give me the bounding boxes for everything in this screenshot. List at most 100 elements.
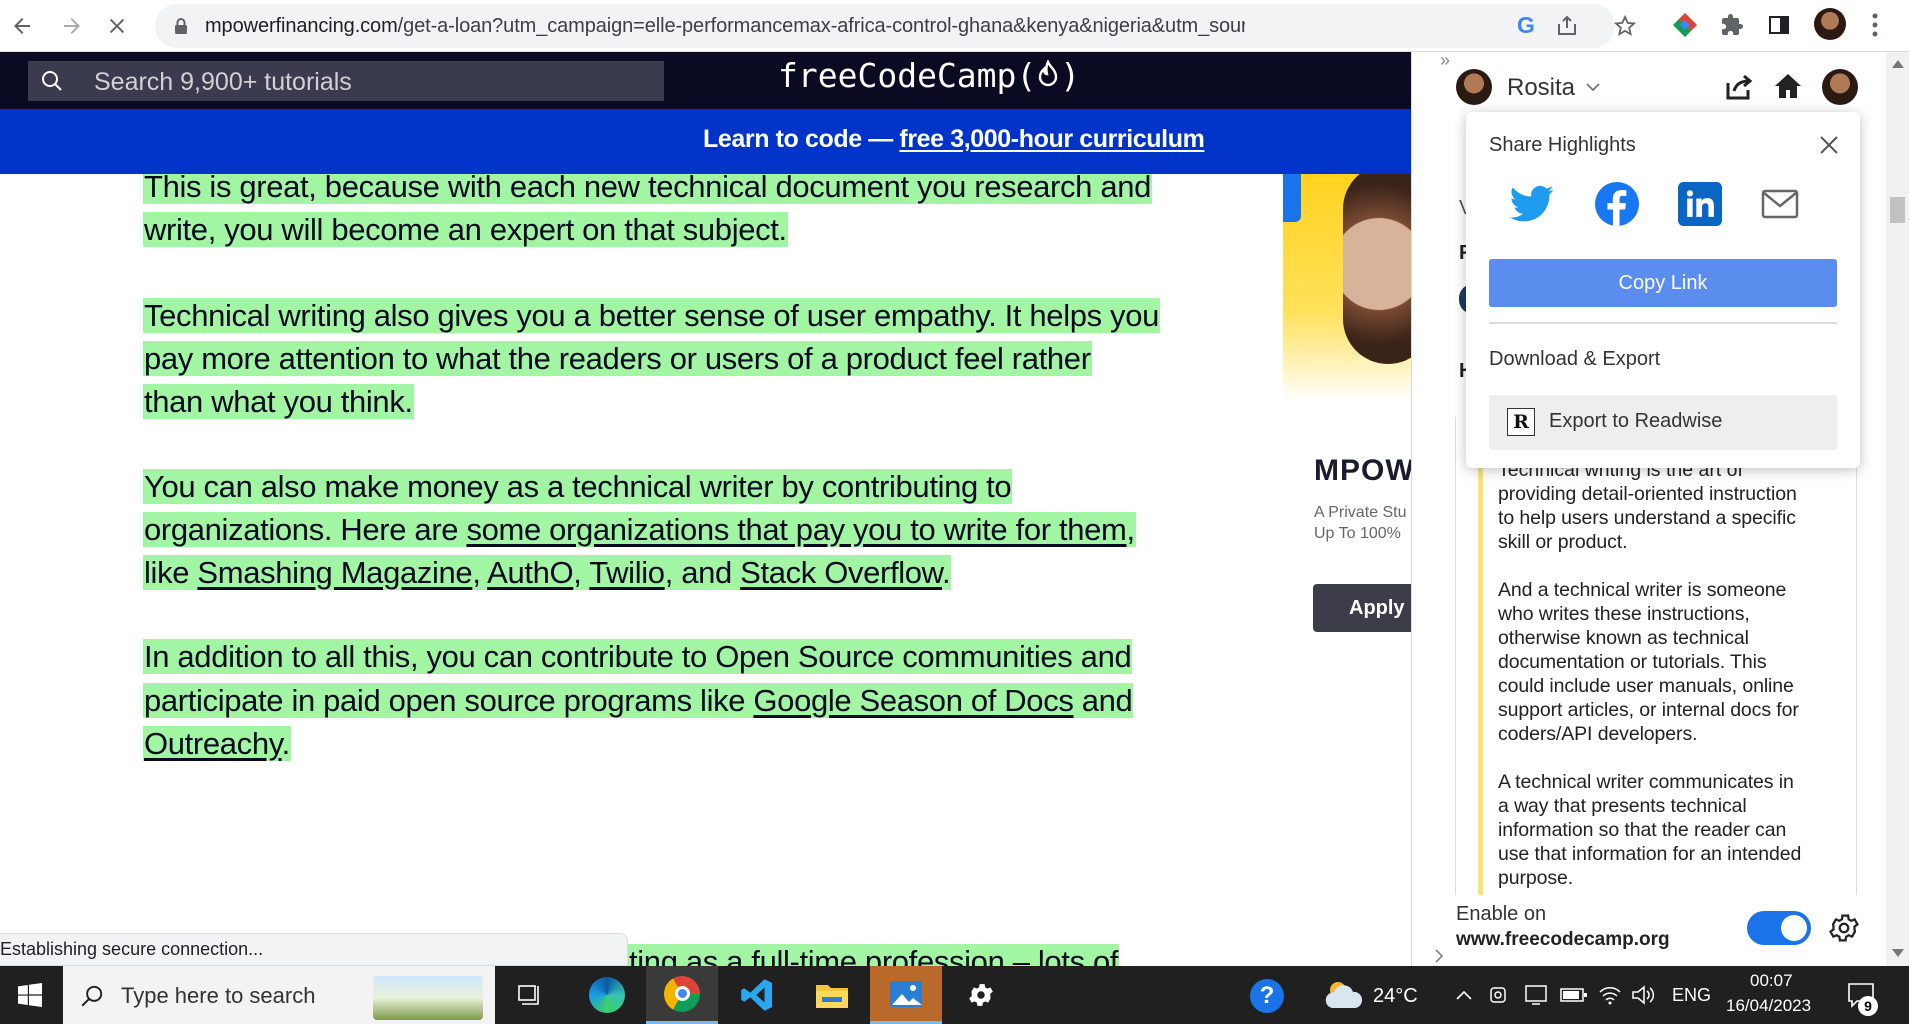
panel-scrollbar[interactable] bbox=[1886, 52, 1909, 966]
meet-now-icon[interactable] bbox=[1488, 984, 1508, 1006]
google-season-of-docs-link[interactable]: Google Season of Docs bbox=[753, 683, 1073, 718]
settings-taskbar-button[interactable] bbox=[945, 966, 1017, 1024]
more-menu-icon[interactable] bbox=[1870, 12, 1880, 38]
chevron-down-icon[interactable] bbox=[1586, 82, 1600, 92]
email-icon[interactable] bbox=[1761, 188, 1799, 220]
article-text: , and bbox=[664, 555, 741, 590]
article-text: than what you think. bbox=[143, 384, 414, 419]
language-indicator[interactable]: ENG bbox=[1672, 985, 1711, 1006]
chevron-up-icon[interactable] bbox=[1456, 990, 1472, 1000]
twilio-link[interactable]: Twilio bbox=[589, 555, 665, 590]
share-icon[interactable] bbox=[1555, 14, 1579, 38]
clock-date[interactable]: 16/04/2023 bbox=[1726, 996, 1811, 1016]
stop-loading-button[interactable] bbox=[97, 6, 137, 46]
share-title: Share Highlights bbox=[1489, 134, 1636, 156]
highlight-line: information so that the reader can bbox=[1498, 819, 1787, 841]
highlight-line: support articles, or internal docs for bbox=[1498, 699, 1799, 721]
toggle-knob bbox=[1781, 915, 1807, 941]
highlight-line: A technical writer communicates in bbox=[1498, 771, 1794, 793]
task-view-icon bbox=[518, 985, 539, 1005]
scroll-down-icon[interactable] bbox=[1892, 949, 1904, 957]
extension-colorful-icon[interactable] bbox=[1671, 11, 1699, 39]
side-panel-icon[interactable] bbox=[1767, 13, 1791, 37]
ad-line: A Private Stu bbox=[1314, 504, 1407, 521]
fcc-search-input[interactable]: Search 9,900+ tutorials bbox=[28, 61, 664, 101]
article-text: . bbox=[281, 726, 291, 761]
share-export-icon[interactable] bbox=[1723, 71, 1755, 103]
ad-apply-button[interactable]: Apply bbox=[1313, 584, 1411, 632]
battery-icon[interactable] bbox=[1560, 987, 1588, 1003]
vscode-icon bbox=[741, 979, 772, 1011]
site-info-icon bbox=[175, 18, 187, 34]
back-button[interactable] bbox=[2, 6, 42, 46]
weather-cloud-icon[interactable] bbox=[1322, 978, 1364, 1012]
copy-link-button[interactable]: Copy Link bbox=[1489, 259, 1837, 307]
article-text: write, you will become an expert on that… bbox=[143, 212, 788, 247]
article-text: You can also make money as a technical w… bbox=[143, 469, 1013, 504]
scroll-up-icon[interactable] bbox=[1892, 60, 1904, 68]
display-icon[interactable] bbox=[1524, 984, 1548, 1006]
smashing-magazine-link[interactable]: Smashing Magazine bbox=[197, 555, 472, 590]
autho-link[interactable]: AuthO bbox=[487, 555, 573, 590]
volume-icon[interactable] bbox=[1631, 984, 1655, 1006]
outreachy-link[interactable]: Outreachy bbox=[144, 726, 282, 761]
forward-button[interactable] bbox=[52, 6, 92, 46]
edge-taskbar-button[interactable] bbox=[571, 966, 643, 1024]
close-icon[interactable] bbox=[1819, 135, 1839, 155]
stack-overflow-link[interactable]: Stack Overflow bbox=[740, 555, 942, 590]
file-explorer-taskbar-button[interactable] bbox=[796, 966, 868, 1024]
address-bar[interactable]: mpowerfinancing.com/get-a-loan?utm_campa… bbox=[155, 4, 1637, 48]
organizations-link[interactable]: some organizations that pay you to write… bbox=[466, 512, 1126, 547]
scrollbar-thumb[interactable] bbox=[1890, 197, 1905, 223]
export-label: Export to Readwise bbox=[1549, 410, 1723, 432]
twitter-icon[interactable] bbox=[1510, 184, 1554, 224]
fcc-logo[interactable]: freeCodeCamp() bbox=[778, 56, 1080, 95]
help-icon[interactable]: ? bbox=[1250, 979, 1284, 1013]
taskbar-search-input[interactable]: Type here to search bbox=[63, 966, 495, 1024]
google-lens-icon[interactable]: G bbox=[1517, 12, 1535, 39]
home-icon[interactable] bbox=[1773, 71, 1803, 101]
profile-avatar[interactable] bbox=[1814, 8, 1846, 40]
extensions-puzzle-icon[interactable] bbox=[1720, 13, 1744, 37]
gear-icon[interactable] bbox=[1827, 911, 1861, 945]
chrome-taskbar-button[interactable] bbox=[646, 966, 718, 1024]
export-to-readwise-button[interactable]: R Export to Readwise bbox=[1489, 395, 1837, 450]
photos-taskbar-button[interactable] bbox=[870, 966, 942, 1024]
highlight-text-3: A technical writer communicates in a way… bbox=[1498, 770, 1801, 890]
enable-toggle[interactable] bbox=[1747, 911, 1811, 945]
profile-avatar[interactable] bbox=[1822, 69, 1858, 105]
close-icon bbox=[109, 18, 125, 34]
banner-link[interactable]: free 3,000-hour curriculum bbox=[899, 125, 1204, 153]
url-text: mpowerfinancing.com/get-a-loan?utm_campa… bbox=[205, 15, 1245, 38]
user-name[interactable]: Rosita bbox=[1507, 74, 1575, 102]
highlight-line: coders/API developers. bbox=[1498, 723, 1698, 745]
temperature[interactable]: 24°C bbox=[1373, 985, 1418, 1008]
divider bbox=[1489, 322, 1837, 324]
clock-time[interactable]: 00:07 bbox=[1750, 971, 1793, 991]
back-arrow-icon bbox=[14, 18, 30, 34]
task-view-button[interactable] bbox=[494, 966, 566, 1024]
share-highlights-popup: Share Highlights Copy Link Download & Ex… bbox=[1466, 112, 1860, 468]
highlight-line: could include user manuals, online bbox=[1498, 675, 1794, 697]
collapse-icon[interactable]: » bbox=[1440, 50, 1450, 71]
article-body: This is great, because with each new tec… bbox=[0, 174, 1283, 966]
enable-site: www.freecodecamp.org bbox=[1456, 929, 1670, 950]
article-text: , bbox=[573, 555, 590, 590]
bookmark-star-icon[interactable] bbox=[1613, 14, 1637, 38]
facebook-icon[interactable] bbox=[1595, 182, 1639, 226]
highlight-bar bbox=[1478, 417, 1483, 947]
readwise-r-icon: R bbox=[1507, 408, 1535, 436]
photos-icon bbox=[890, 980, 922, 1007]
ad-image[interactable] bbox=[1283, 174, 1411, 402]
article-text: , bbox=[472, 555, 488, 590]
highlight-line: providing detail-oriented instruction bbox=[1498, 483, 1797, 505]
highlight-text-2: And a technical writer is someone who wr… bbox=[1498, 578, 1799, 746]
vscode-taskbar-button[interactable] bbox=[721, 966, 793, 1024]
linkedin-icon[interactable] bbox=[1678, 182, 1722, 226]
resize-handle-icon[interactable] bbox=[1434, 948, 1450, 964]
start-button[interactable] bbox=[0, 966, 60, 1024]
article-text: pay more attention to what the readers o… bbox=[143, 341, 1092, 376]
wifi-icon[interactable] bbox=[1598, 984, 1622, 1006]
url-path: /get-a-loan?utm_campaign=elle-performanc… bbox=[397, 15, 1245, 37]
highlight-line: use that information for an intended bbox=[1498, 843, 1802, 865]
